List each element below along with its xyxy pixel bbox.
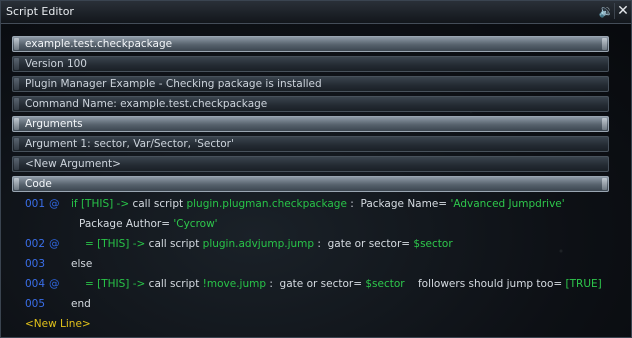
line-number: 004 [25,278,46,290]
code-text: Package Author= [79,218,174,230]
script-name: plugin.plugman.checkpackage [186,198,347,210]
code-line-005[interactable]: 005 end [25,297,91,311]
code-text: : gate or sector= [266,278,366,290]
argument-1-row[interactable]: Argument 1: sector, Var/Sector, 'Sector' [12,136,609,152]
code-text: call script [145,278,203,290]
version-row[interactable]: Version 100 [12,56,609,72]
code-keyword: = [THIS] -> [85,278,146,290]
script-editor-window: Script Editor 🔉 ✕ example.test.checkpack… [0,0,632,338]
description-row[interactable]: Plugin Manager Example - Checking packag… [12,76,609,92]
code-value: [TRUE] [565,278,602,290]
line-number: 002 [25,238,46,250]
code-line-004[interactable]: 004 @ = [THIS] -> call script !move.jump :… [25,277,602,291]
line-number: 001 [25,198,46,210]
code-line-001[interactable]: 001 @ if [THIS] -> call script plugin.plug… [25,197,565,211]
close-icon[interactable]: ✕ [615,3,631,19]
new-line-entry[interactable]: <New Line> [25,317,91,331]
code-text: end [71,298,91,310]
title-bar: Script Editor 🔉 ✕ [1,1,631,24]
code-line-002[interactable]: 002 @ = [THIS] -> call script plugin.advju… [25,237,453,251]
at-marker: @ [49,278,60,290]
code-text: : Package Name= [346,198,451,210]
window-title: Script Editor [6,5,74,18]
code-variable: $sector [365,278,405,290]
script-name: !move.jump [202,278,266,290]
code-text: call script [145,238,203,250]
command-name-row[interactable]: Command Name: example.test.checkpackage [12,96,609,112]
code-text: else [71,258,93,270]
sound-icon[interactable]: 🔉 [598,3,615,19]
code-keyword: if [THIS] -> [71,198,130,210]
code-text: : gate or sector= [314,238,414,250]
new-line-label: <New Line> [25,318,91,330]
at-marker: @ [49,198,60,210]
at-marker: @ [49,238,60,250]
code-value: 'Cycrow' [173,218,218,230]
code-text: followers should jump too= [404,278,566,290]
line-number: 003 [25,258,46,270]
code-keyword: = [THIS] -> [85,238,146,250]
new-argument-row[interactable]: <New Argument> [12,156,609,172]
code-line-003[interactable]: 003 else [25,257,92,271]
code-text: call script [129,198,187,210]
arguments-header[interactable]: Arguments [12,116,609,132]
code-line-001-cont[interactable]: Package Author= 'Cycrow' [79,217,218,231]
script-name: plugin.advjump.jump [202,238,315,250]
code-header[interactable]: Code [12,176,609,192]
script-name-header[interactable]: example.test.checkpackage [12,36,609,52]
line-number: 005 [25,298,46,310]
code-value: 'Advanced Jumpdrive' [450,198,565,210]
code-variable: $sector [413,238,453,250]
